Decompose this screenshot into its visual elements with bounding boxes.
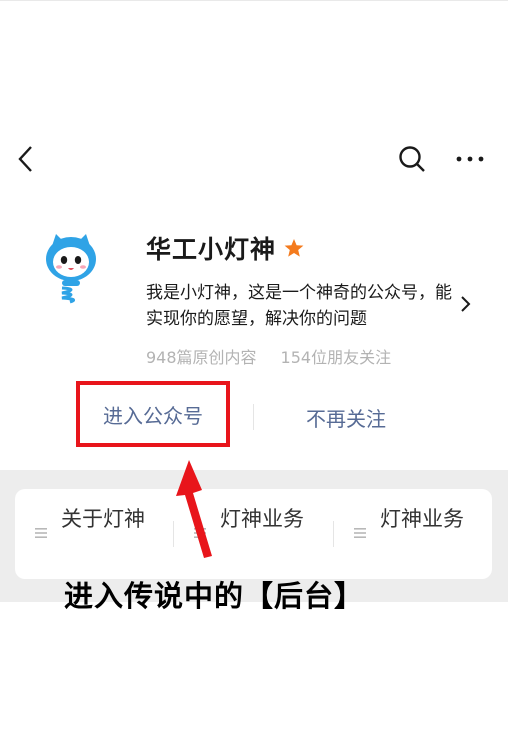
account-title-row: 华工小灯神 xyxy=(146,230,304,266)
enter-account-button[interactable]: 进入公众号 xyxy=(76,381,230,447)
chevron-left-icon xyxy=(18,146,32,172)
action-divider xyxy=(253,404,254,430)
menu-lines-icon xyxy=(354,528,366,538)
menu-item-label: 关于灯神 xyxy=(61,507,145,531)
annotation-caption: 进入传说中的【后台】 xyxy=(64,579,365,613)
unfollow-button[interactable]: 不再关注 xyxy=(276,395,416,439)
chevron-right-icon[interactable] xyxy=(456,292,474,316)
article-count: 948篇原创内容 xyxy=(146,348,257,367)
star-icon xyxy=(284,239,304,257)
account-avatar[interactable] xyxy=(40,232,102,304)
top-divider xyxy=(0,0,508,1)
menu-lines-icon xyxy=(35,528,47,538)
search-button[interactable] xyxy=(394,142,430,176)
search-icon xyxy=(399,146,425,172)
account-description[interactable]: 我是小灯神，这是一个神奇的公众号，能实现你的愿望，解决你的问题 xyxy=(146,280,452,332)
account-stats: 948篇原创内容 154位朋友关注 xyxy=(146,344,391,368)
menu-item-about[interactable]: 关于灯神 xyxy=(15,489,173,579)
unfollow-label: 不再关注 xyxy=(306,406,386,431)
more-button[interactable] xyxy=(452,142,488,176)
menu-item-business-2[interactable]: 灯神业务 xyxy=(334,489,492,579)
more-horizontal-icon xyxy=(456,156,484,162)
account-menu-bar: 关于灯神 灯神业务 灯神业务 xyxy=(15,489,492,579)
friend-count: 154位朋友关注 xyxy=(280,348,392,367)
red-arrow-annotation xyxy=(176,460,212,558)
menu-item-label: 灯神业务 xyxy=(380,507,464,531)
account-name: 华工小灯神 xyxy=(146,235,277,264)
back-button[interactable] xyxy=(10,142,42,176)
enter-account-label: 进入公众号 xyxy=(103,403,203,428)
menu-item-label: 灯神业务 xyxy=(220,507,304,531)
